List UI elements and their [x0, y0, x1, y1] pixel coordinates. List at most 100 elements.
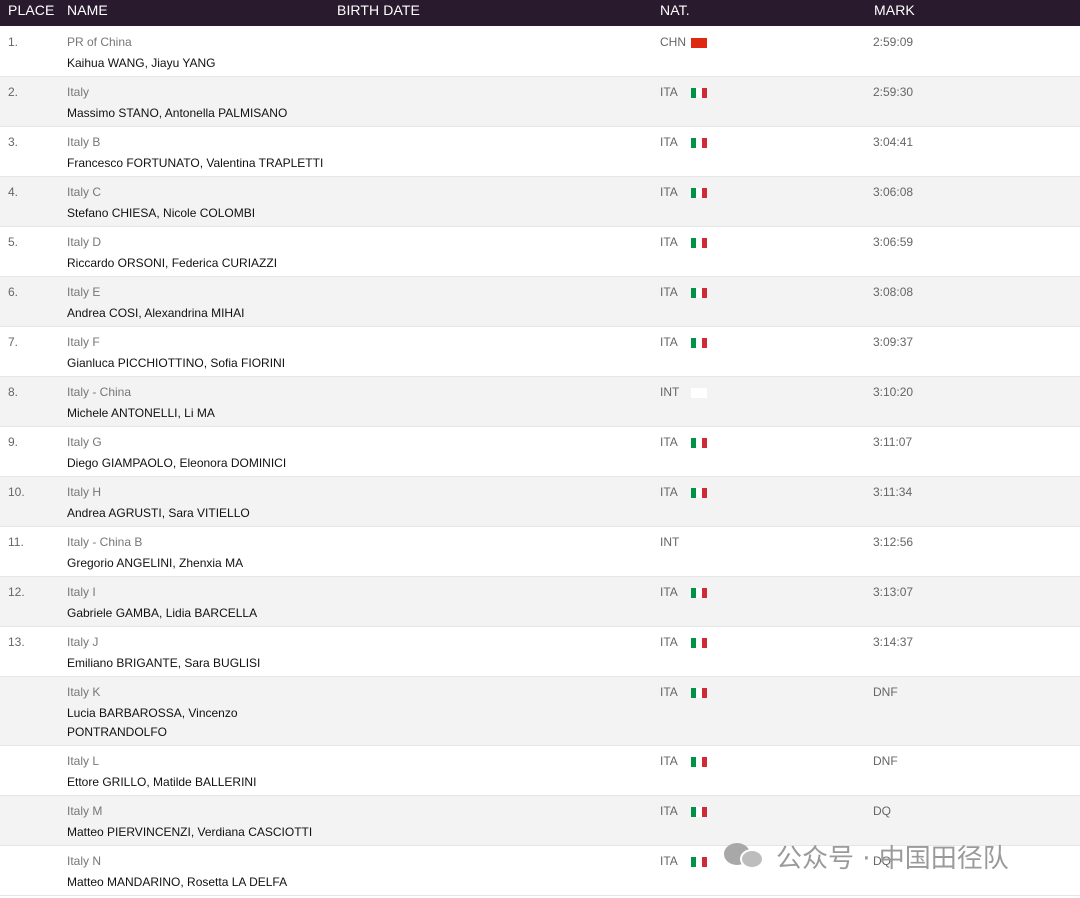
italy-flag-icon — [691, 438, 707, 448]
mark-cell: 3:12:56 — [873, 535, 914, 549]
athlete-names[interactable]: Lucia BARBAROSSA, Vincenzo PONTRANDOLFO — [67, 704, 252, 742]
italy-flag-icon — [691, 188, 707, 198]
team-name[interactable]: Italy I — [67, 585, 96, 599]
header-mark: MARK — [874, 2, 915, 18]
athlete-names[interactable]: Andrea COSI, Alexandrina MIHAI — [67, 304, 347, 323]
team-name[interactable]: Italy M — [67, 804, 102, 818]
italy-flag-icon — [691, 488, 707, 498]
result-row: 1. PR of China Kaihua WANG, Jiayu YANG C… — [0, 27, 1080, 77]
result-row: 12. Italy I Gabriele GAMBA, Lidia BARCEL… — [0, 577, 1080, 627]
athlete-names[interactable]: Matteo PIERVINCENZI, Verdiana CASCIOTTI — [67, 823, 347, 842]
athlete-names[interactable]: Massimo STANO, Antonella PALMISANO — [67, 104, 347, 123]
results-table-header: PLACE NAME BIRTH DATE NAT. MARK — [0, 0, 1080, 26]
place-cell: 7. — [8, 335, 19, 349]
mark-cell: 3:10:20 — [873, 385, 914, 399]
nationality-code: ITA — [660, 585, 678, 599]
team-name[interactable]: Italy L — [67, 754, 99, 768]
mark-cell: DQ — [873, 804, 891, 818]
team-name[interactable]: Italy G — [67, 435, 102, 449]
mark-cell: 3:06:59 — [873, 235, 914, 249]
result-row: 9. Italy G Diego GIAMPAOLO, Eleonora DOM… — [0, 427, 1080, 477]
team-name[interactable]: Italy D — [67, 235, 101, 249]
china-flag-icon — [691, 38, 707, 48]
wechat-watermark: 公众号 · 中国田径队 — [724, 838, 1009, 874]
nationality-code: INT — [660, 535, 680, 549]
nationality-code: ITA — [660, 135, 678, 149]
team-name[interactable]: Italy - China — [67, 385, 131, 399]
athlete-names[interactable]: Gabriele GAMBA, Lidia BARCELLA — [67, 604, 347, 623]
italy-flag-icon — [691, 88, 707, 98]
result-row: 11. Italy - China B Gregorio ANGELINI, Z… — [0, 527, 1080, 577]
place-cell: 10. — [8, 485, 25, 499]
athlete-names[interactable]: Stefano CHIESA, Nicole COLOMBI — [67, 204, 347, 223]
team-name[interactable]: Italy — [67, 85, 89, 99]
place-cell: 8. — [8, 385, 19, 399]
result-row: 2. Italy Massimo STANO, Antonella PALMIS… — [0, 77, 1080, 127]
result-row: 5. Italy D Riccardo ORSONI, Federica CUR… — [0, 227, 1080, 277]
nationality-code: ITA — [660, 754, 678, 768]
team-name[interactable]: Italy F — [67, 335, 100, 349]
result-row: Italy L Ettore GRILLO, Matilde BALLERINI… — [0, 746, 1080, 796]
mark-cell: 3:13:07 — [873, 585, 914, 599]
wechat-icon — [724, 841, 768, 871]
nationality-code: ITA — [660, 804, 678, 818]
athlete-names[interactable]: Diego GIAMPAOLO, Eleonora DOMINICI — [67, 454, 347, 473]
result-row: 6. Italy E Andrea COSI, Alexandrina MIHA… — [0, 277, 1080, 327]
place-cell: 4. — [8, 185, 19, 199]
athlete-names[interactable]: Riccardo ORSONI, Federica CURIAZZI — [67, 254, 347, 273]
header-birth-date: BIRTH DATE — [337, 2, 420, 18]
team-name[interactable]: PR of China — [67, 35, 132, 49]
italy-flag-icon — [691, 857, 707, 867]
italy-flag-icon — [691, 757, 707, 767]
results-table-body: 1. PR of China Kaihua WANG, Jiayu YANG C… — [0, 27, 1080, 896]
team-name[interactable]: Italy E — [67, 285, 100, 299]
athlete-names[interactable]: Andrea AGRUSTI, Sara VITIELLO — [67, 504, 347, 523]
italy-flag-icon — [691, 338, 707, 348]
result-row: Italy K Lucia BARBAROSSA, Vincenzo PONTR… — [0, 677, 1080, 746]
result-row: 13. Italy J Emiliano BRIGANTE, Sara BUGL… — [0, 627, 1080, 677]
international-flag-icon — [691, 388, 707, 398]
header-name: NAME — [67, 2, 108, 18]
mark-cell: 3:14:37 — [873, 635, 914, 649]
result-row: 8. Italy - China Michele ANTONELLI, Li M… — [0, 377, 1080, 427]
nationality-code: ITA — [660, 685, 678, 699]
team-name[interactable]: Italy B — [67, 135, 100, 149]
athlete-names[interactable]: Michele ANTONELLI, Li MA — [67, 404, 347, 423]
nationality-code: ITA — [660, 485, 678, 499]
athlete-names[interactable]: Emiliano BRIGANTE, Sara BUGLISI — [67, 654, 347, 673]
watermark-text: 公众号 · 中国田径队 — [776, 843, 1009, 874]
athlete-names[interactable]: Kaihua WANG, Jiayu YANG — [67, 54, 347, 73]
athlete-names[interactable]: Francesco FORTUNATO, Valentina TRAPLETTI — [67, 154, 347, 173]
athlete-names[interactable]: Matteo MANDARINO, Rosetta LA DELFA — [67, 873, 347, 892]
mark-cell: 3:09:37 — [873, 335, 914, 349]
nationality-code: ITA — [660, 235, 678, 249]
team-name[interactable]: Italy N — [67, 854, 101, 868]
mark-cell: 3:11:34 — [873, 485, 913, 499]
result-row: 4. Italy C Stefano CHIESA, Nicole COLOMB… — [0, 177, 1080, 227]
athlete-names[interactable]: Ettore GRILLO, Matilde BALLERINI — [67, 773, 347, 792]
italy-flag-icon — [691, 238, 707, 248]
place-cell: 3. — [8, 135, 19, 149]
result-row: 10. Italy H Andrea AGRUSTI, Sara VITIELL… — [0, 477, 1080, 527]
team-name[interactable]: Italy H — [67, 485, 101, 499]
mark-cell: 2:59:09 — [873, 35, 914, 49]
place-cell: 2. — [8, 85, 19, 99]
nationality-code: ITA — [660, 185, 678, 199]
team-name[interactable]: Italy J — [67, 635, 98, 649]
nationality-code: ITA — [660, 285, 678, 299]
place-cell: 9. — [8, 435, 19, 449]
nationality-code: CHN — [660, 35, 686, 49]
mark-cell: 3:06:08 — [873, 185, 914, 199]
mark-cell: 3:11:07 — [873, 435, 913, 449]
result-row: 7. Italy F Gianluca PICCHIOTTINO, Sofia … — [0, 327, 1080, 377]
athlete-names[interactable]: Gianluca PICCHIOTTINO, Sofia FIORINI — [67, 354, 347, 373]
place-cell: 12. — [8, 585, 25, 599]
team-name[interactable]: Italy C — [67, 185, 101, 199]
team-name[interactable]: Italy K — [67, 685, 100, 699]
mark-cell: 3:04:41 — [873, 135, 914, 149]
nationality-code: INT — [660, 385, 680, 399]
athlete-names[interactable]: Gregorio ANGELINI, Zhenxia MA — [67, 554, 347, 573]
team-name[interactable]: Italy - China B — [67, 535, 142, 549]
nationality-code: ITA — [660, 635, 678, 649]
mark-cell: DNF — [873, 685, 898, 699]
